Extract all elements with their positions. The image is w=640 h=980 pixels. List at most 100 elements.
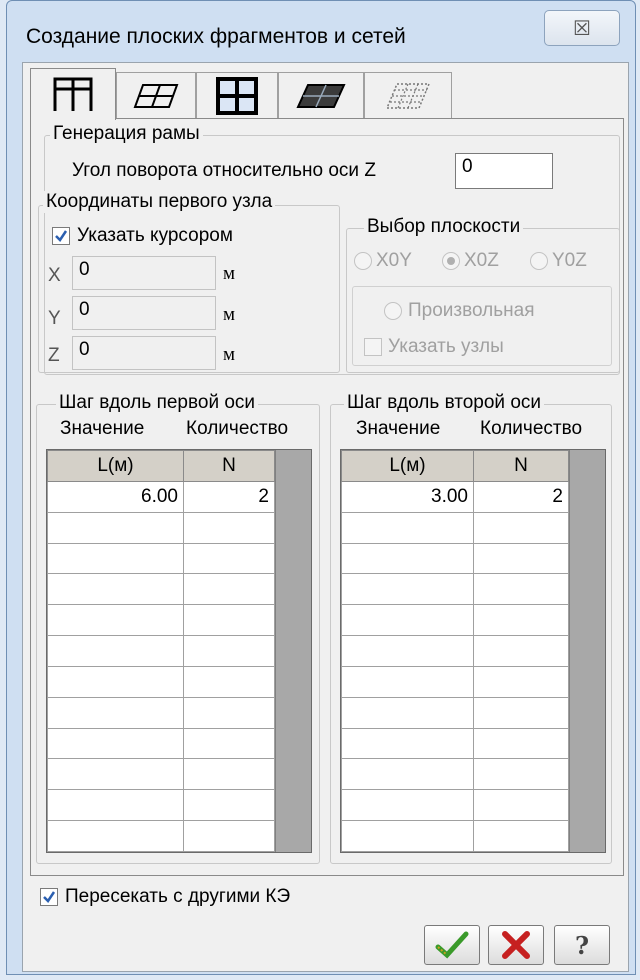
table-row[interactable] <box>47 665 275 698</box>
cursor-checkbox-box[interactable] <box>52 227 70 245</box>
empty-cell[interactable] <box>47 789 184 822</box>
table-row[interactable] <box>47 635 275 667</box>
radio-arbitrary[interactable]: Произвольная <box>384 300 534 322</box>
axis1-n-cell[interactable]: 2 <box>183 480 275 513</box>
y-input[interactable]: 0 <box>72 296 216 330</box>
table-row[interactable] <box>341 758 569 791</box>
empty-cell[interactable] <box>183 789 275 822</box>
empty-cell[interactable] <box>47 665 184 698</box>
empty-cell[interactable] <box>473 635 569 667</box>
table-row[interactable] <box>341 727 569 760</box>
empty-cell[interactable] <box>183 696 275 729</box>
radio-x0y[interactable]: X0Y <box>354 250 412 272</box>
table-row[interactable] <box>341 635 569 667</box>
table-row[interactable]: 3.00 2 <box>341 480 569 513</box>
table-row[interactable] <box>47 696 275 729</box>
radio-y0z[interactable]: Y0Z <box>530 250 587 272</box>
angle-input[interactable]: 0 <box>455 153 553 189</box>
cursor-checkbox[interactable]: Указать курсором <box>52 225 233 247</box>
empty-cell[interactable] <box>473 758 569 791</box>
empty-cell[interactable] <box>183 820 275 852</box>
z-input[interactable]: 0 <box>72 336 216 370</box>
empty-cell[interactable] <box>341 604 474 637</box>
tab-plate-grid[interactable] <box>116 72 196 118</box>
close-button[interactable]: ☒ <box>544 10 620 46</box>
axis2-n-cell[interactable]: 2 <box>473 480 569 513</box>
table-row[interactable] <box>341 665 569 698</box>
table-row[interactable] <box>47 789 275 822</box>
cancel-button[interactable] <box>488 925 544 965</box>
axis1-l-cell[interactable]: 6.00 <box>47 480 184 513</box>
axis1-grid[interactable]: L(м) N 6.00 2 <box>46 449 312 853</box>
empty-cell[interactable] <box>473 542 569 575</box>
table-row[interactable] <box>341 604 569 637</box>
empty-cell[interactable] <box>341 542 474 575</box>
table-row[interactable] <box>47 758 275 791</box>
table-row[interactable] <box>341 511 569 544</box>
empty-cell[interactable] <box>47 573 184 606</box>
empty-cell[interactable] <box>183 727 275 760</box>
empty-cell[interactable] <box>341 665 474 698</box>
axis2-grid[interactable]: L(м) N 3.00 2 <box>340 449 606 853</box>
empty-cell[interactable] <box>473 696 569 729</box>
radio-x0z[interactable]: X0Z <box>442 250 499 272</box>
empty-cell[interactable] <box>473 604 569 637</box>
empty-cell[interactable] <box>183 542 275 575</box>
empty-cell[interactable] <box>47 758 184 791</box>
empty-cell[interactable] <box>183 573 275 606</box>
tab-hatched-plate[interactable] <box>364 72 452 118</box>
tab-bold-grid[interactable] <box>196 72 278 118</box>
ok-button[interactable] <box>424 925 480 965</box>
table-row[interactable] <box>341 820 569 852</box>
axis2-l-cell[interactable]: 3.00 <box>341 480 474 513</box>
empty-cell[interactable] <box>473 665 569 698</box>
empty-cell[interactable] <box>341 758 474 791</box>
empty-cell[interactable] <box>473 573 569 606</box>
empty-cell[interactable] <box>473 820 569 852</box>
empty-cell[interactable] <box>183 758 275 791</box>
table-row[interactable]: 6.00 2 <box>47 480 275 513</box>
empty-cell[interactable] <box>341 727 474 760</box>
nodes-checkbox[interactable]: Указать узлы <box>364 336 504 358</box>
empty-cell[interactable] <box>47 820 184 852</box>
table-row[interactable] <box>47 820 275 852</box>
intersect-checkbox-box[interactable] <box>40 888 58 906</box>
radio-x0z-button[interactable] <box>442 252 460 270</box>
table-row[interactable] <box>47 573 275 606</box>
table-row[interactable] <box>341 542 569 575</box>
empty-cell[interactable] <box>341 511 474 544</box>
radio-arbitrary-button[interactable] <box>384 302 402 320</box>
empty-cell[interactable] <box>47 635 184 667</box>
axis1-scroll-area[interactable] <box>275 450 311 852</box>
empty-cell[interactable] <box>47 542 184 575</box>
tab-frame[interactable] <box>30 68 116 120</box>
help-button[interactable]: ? <box>554 925 610 965</box>
empty-cell[interactable] <box>341 820 474 852</box>
table-row[interactable] <box>47 604 275 637</box>
empty-cell[interactable] <box>183 511 275 544</box>
radio-y0z-button[interactable] <box>530 252 548 270</box>
table-row[interactable] <box>341 789 569 822</box>
empty-cell[interactable] <box>473 511 569 544</box>
empty-cell[interactable] <box>47 511 184 544</box>
table-row[interactable] <box>47 511 275 544</box>
empty-cell[interactable] <box>473 727 569 760</box>
empty-cell[interactable] <box>341 696 474 729</box>
axis2-scroll-area[interactable] <box>569 450 605 852</box>
empty-cell[interactable] <box>341 635 474 667</box>
empty-cell[interactable] <box>341 573 474 606</box>
table-row[interactable] <box>341 696 569 729</box>
empty-cell[interactable] <box>473 789 569 822</box>
empty-cell[interactable] <box>341 789 474 822</box>
empty-cell[interactable] <box>47 604 184 637</box>
nodes-checkbox-box[interactable] <box>364 338 382 356</box>
empty-cell[interactable] <box>183 635 275 667</box>
table-row[interactable] <box>47 542 275 575</box>
empty-cell[interactable] <box>183 604 275 637</box>
empty-cell[interactable] <box>47 727 184 760</box>
x-input[interactable]: 0 <box>72 256 216 290</box>
intersect-checkbox[interactable]: Пересекать с другими КЭ <box>40 886 290 908</box>
radio-x0y-button[interactable] <box>354 252 372 270</box>
empty-cell[interactable] <box>183 665 275 698</box>
table-row[interactable] <box>341 573 569 606</box>
